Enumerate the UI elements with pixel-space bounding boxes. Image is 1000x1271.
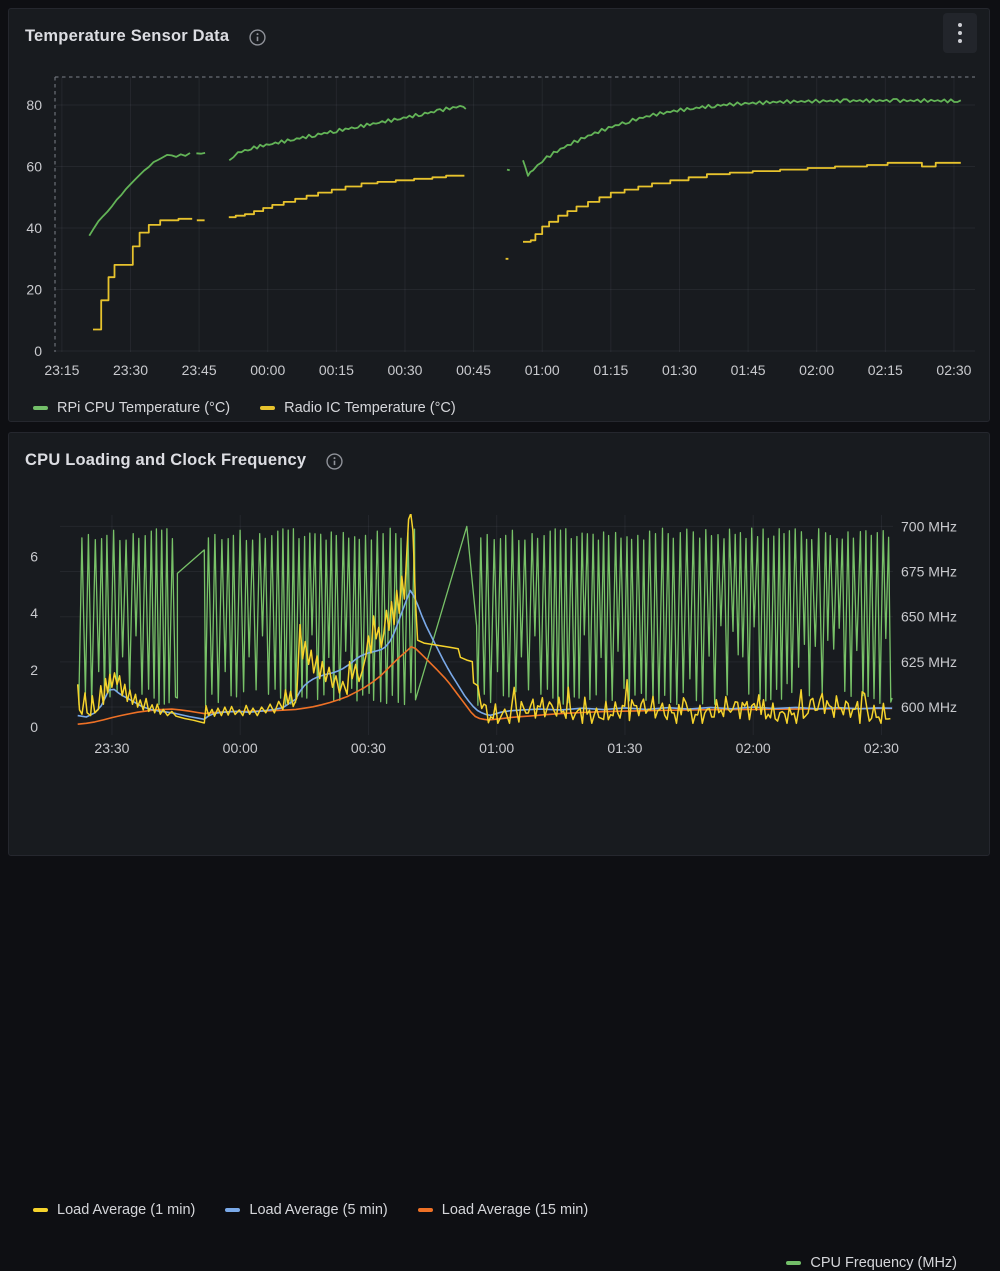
panel-title[interactable]: Temperature Sensor Data <box>25 27 229 46</box>
panel-header[interactable]: CPU Loading and Clock Frequency <box>25 451 343 470</box>
legend-item-radio-ic-temperature[interactable]: Radio IC Temperature (°C) <box>260 400 456 416</box>
legend-label: CPU Frequency (MHz) <box>810 1255 957 1271</box>
info-circle-icon[interactable] <box>326 453 343 470</box>
info-circle-icon[interactable] <box>249 29 266 46</box>
legend-color-pill <box>260 405 276 411</box>
legend-color-pill <box>417 1207 433 1213</box>
legend-item-load-average-1min[interactable]: Load Average (1 min) <box>33 1202 195 1218</box>
legend-item-load-average-5min[interactable]: Load Average (5 min) <box>225 1202 388 1218</box>
legend-color-pill <box>225 1207 241 1213</box>
legend-cpu-frequency: CPU Frequency (MHz) <box>786 1255 957 1271</box>
legend-label: Load Average (1 min) <box>57 1202 196 1218</box>
legend-label: Radio IC Temperature (°C) <box>284 400 456 416</box>
panel-header[interactable]: Temperature Sensor Data <box>25 27 266 46</box>
legend-label: Load Average (5 min) <box>249 1202 388 1218</box>
panel-temperature-sensor-data: Temperature Sensor Data RPi CPU Temperat… <box>8 8 990 422</box>
panel-cpu-loading-clock-frequency: CPU Loading and Clock Frequency Load Ave… <box>8 432 990 1271</box>
legend-item-rpi-cpu-temperature[interactable]: RPi CPU Temperature (°C) <box>33 400 230 416</box>
legend-color-pill <box>786 1260 802 1266</box>
legend-item-load-average-15min[interactable]: Load Average (15 min) <box>417 1202 589 1218</box>
legend-color-pill <box>33 405 48 411</box>
legend-color-pill <box>33 1207 48 1213</box>
legend-load-averages: Load Average (1 min) Load Average (5 min… <box>33 1202 588 1218</box>
legend-label: RPi CPU Temperature (°C) <box>57 400 231 416</box>
grafana-dashboard: { "icons": {"panel_info": "info-circle-i… <box>0 0 1000 1271</box>
panel-title[interactable]: CPU Loading and Clock Frequency <box>25 451 306 470</box>
legend-item-cpu-frequency[interactable]: CPU Frequency (MHz) <box>786 1255 957 1271</box>
legend-temperature: RPi CPU Temperature (°C) Radio IC Temper… <box>33 400 456 416</box>
legend-label: Load Average (15 min) <box>441 1202 589 1218</box>
panel-menu-kebab-icon[interactable] <box>943 13 977 53</box>
